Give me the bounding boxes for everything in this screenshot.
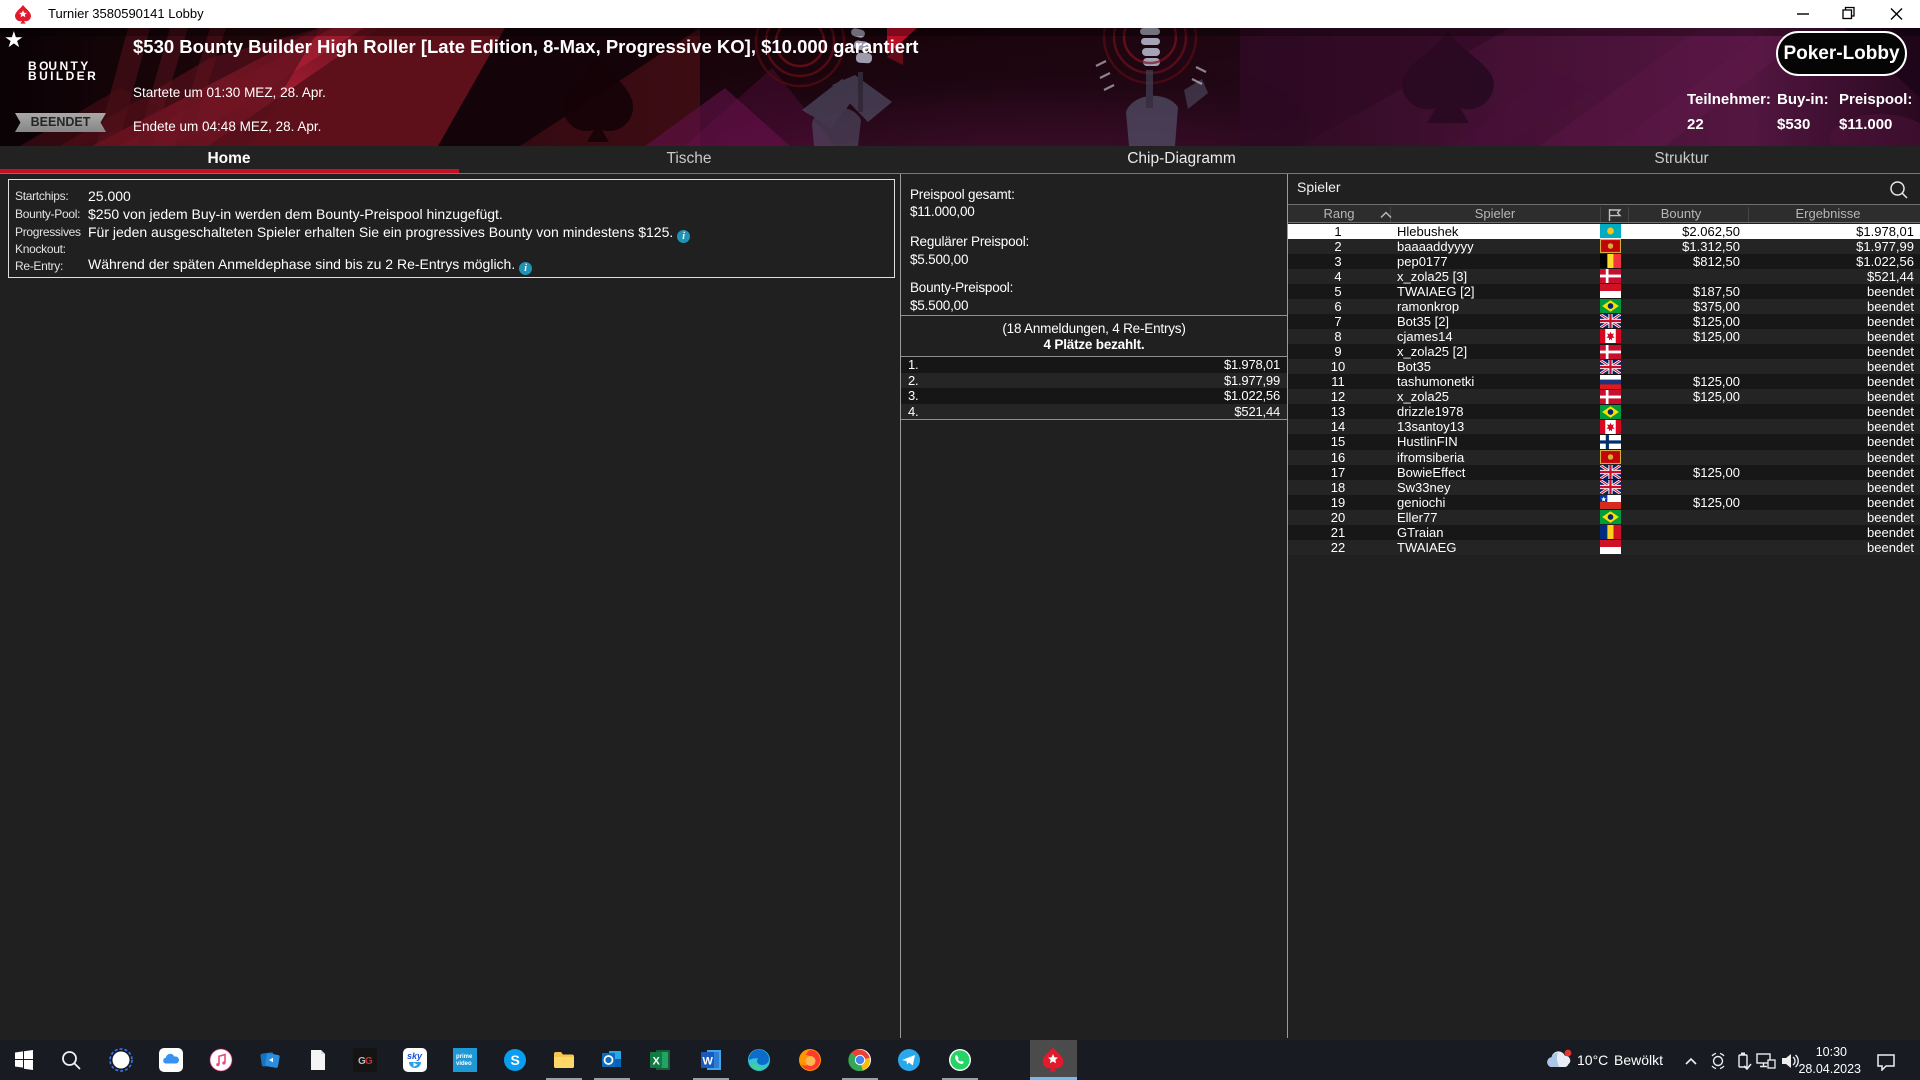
svg-text:prime: prime — [456, 1054, 473, 1060]
svg-text:S: S — [511, 1052, 520, 1068]
svg-text:G: G — [365, 1056, 373, 1067]
svg-text:video: video — [456, 1061, 472, 1067]
svg-text:W: W — [703, 1056, 714, 1068]
svg-text:X: X — [653, 1056, 661, 1068]
svg-text:sky: sky — [407, 1051, 423, 1061]
